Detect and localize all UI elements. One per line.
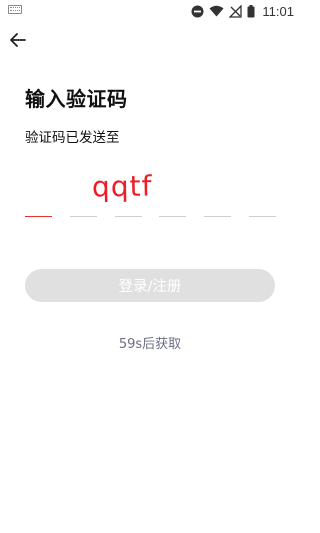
status-bar: 11:01 [0, 0, 300, 22]
code-slot-4[interactable] [159, 203, 187, 217]
code-sent-label: 验证码已发送至 [25, 130, 120, 146]
wifi-icon [209, 5, 224, 17]
code-slot-3[interactable] [114, 203, 142, 217]
no-signal-icon [229, 4, 243, 18]
code-slot-2[interactable] [69, 203, 97, 217]
do-not-disturb-icon [191, 5, 204, 18]
resend-countdown[interactable]: 59s后获取 [0, 333, 300, 352]
status-clock: 11:01 [262, 3, 294, 19]
code-slot-5[interactable] [204, 203, 232, 217]
verification-screen: 11:01 输入验证码 验证码已发送至 qqtf 登录/注册 59s后获取 [0, 0, 300, 533]
verification-code-input[interactable] [25, 203, 276, 217]
back-button[interactable] [6, 28, 30, 52]
code-slot-6[interactable] [248, 203, 276, 217]
handwritten-annotation: qqtf [91, 169, 153, 204]
login-register-button[interactable]: 登录/注册 [25, 269, 275, 302]
keyboard-icon [8, 5, 22, 14]
battery-icon [247, 4, 255, 18]
status-icons: 11:01 [191, 3, 294, 19]
code-slot-1[interactable] [25, 203, 52, 217]
page-title: 输入验证码 [25, 87, 128, 111]
arrow-left-icon [10, 33, 26, 47]
